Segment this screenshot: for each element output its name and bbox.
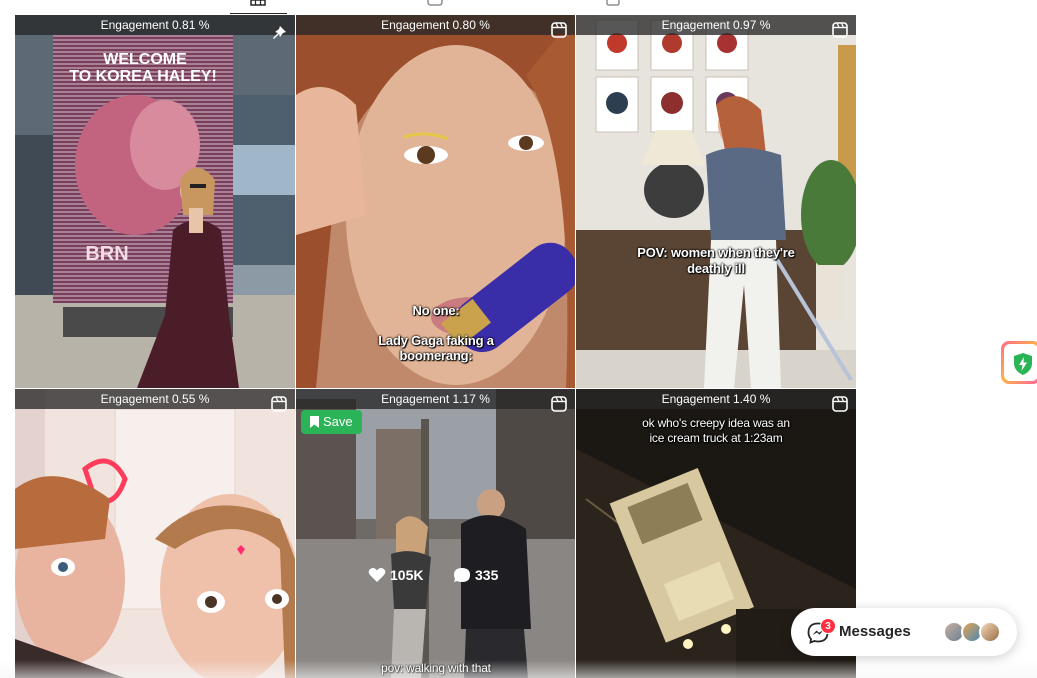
caption-overlay: No one: bbox=[412, 303, 460, 318]
comments-count: 335 bbox=[453, 566, 533, 584]
reel-icon bbox=[832, 22, 848, 38]
profile-posts-page: WELCOME TO KOREA HALEY! BRN Engagement 0… bbox=[0, 0, 1037, 678]
shield-bolt-icon bbox=[1014, 353, 1032, 375]
save-button-label: Save bbox=[323, 414, 353, 429]
reel-icon bbox=[551, 396, 567, 412]
engagement-label: Engagement 0.81 % bbox=[15, 15, 295, 35]
pin-icon bbox=[271, 25, 287, 41]
caption-overlay: ice cream truck at 1:23am bbox=[649, 431, 783, 445]
reel-icon bbox=[551, 22, 567, 38]
post-tile[interactable]: Engagement 0.80 % No one: Lady Gaga faki… bbox=[296, 15, 575, 388]
reel-icon bbox=[271, 396, 287, 412]
post-thumbnail bbox=[15, 389, 295, 678]
save-button[interactable]: Save bbox=[301, 410, 362, 434]
tagged-icon[interactable] bbox=[605, 0, 621, 6]
avatar bbox=[979, 621, 1001, 643]
reels-icon[interactable] bbox=[427, 0, 443, 6]
post-thumbnail: WELCOME TO KOREA HALEY! BRN bbox=[15, 15, 295, 388]
messages-button[interactable]: 3 Messages bbox=[791, 608, 1017, 656]
caption-overlay: POV: women when they're bbox=[637, 245, 795, 260]
post-tile[interactable]: Engagement 0.97 % POV: women when they'r… bbox=[576, 15, 856, 388]
post-thumbnail bbox=[576, 15, 856, 388]
engagement-label: Engagement 0.97 % bbox=[576, 15, 856, 35]
likes-count: 105K bbox=[368, 566, 448, 584]
caption-overlay: boomerang: bbox=[399, 348, 473, 363]
caption-overlay: deathly ill bbox=[687, 261, 745, 276]
billboard-text: WELCOME bbox=[103, 51, 187, 68]
grid-icon[interactable] bbox=[250, 0, 266, 6]
reel-icon bbox=[832, 396, 848, 412]
post-tile[interactable]: Engagement 0.55 % bbox=[15, 389, 295, 678]
caption-overlay: ok who's creepy idea was an bbox=[642, 416, 790, 430]
messages-label: Messages bbox=[839, 623, 911, 640]
post-tile[interactable]: Engagement 1.17 % Save 105K 335 pov: wal… bbox=[296, 389, 575, 678]
profile-tab-strip bbox=[0, 0, 1037, 15]
extension-widget[interactable] bbox=[1001, 341, 1037, 384]
svg-text:TO KOREA HALEY!: TO KOREA HALEY! bbox=[69, 68, 217, 85]
engagement-label: Engagement 1.40 % bbox=[576, 389, 856, 409]
caption-overlay: pov: walking with that bbox=[381, 661, 491, 675]
billboard-brand: BRN bbox=[85, 243, 128, 265]
post-grid: WELCOME TO KOREA HALEY! BRN Engagement 0… bbox=[15, 15, 856, 678]
active-tab-indicator bbox=[230, 13, 287, 14]
post-tile[interactable]: WELCOME TO KOREA HALEY! BRN Engagement 0… bbox=[15, 15, 295, 388]
caption-overlay: Lady Gaga faking a bbox=[378, 333, 494, 348]
engagement-label: Engagement 0.80 % bbox=[296, 15, 575, 35]
heart-icon bbox=[368, 568, 386, 582]
comment-icon bbox=[454, 568, 470, 582]
unread-badge: 3 bbox=[820, 618, 836, 634]
bookmark-icon bbox=[310, 416, 319, 428]
engagement-label: Engagement 1.17 % bbox=[296, 389, 575, 409]
engagement-label: Engagement 0.55 % bbox=[15, 389, 295, 409]
